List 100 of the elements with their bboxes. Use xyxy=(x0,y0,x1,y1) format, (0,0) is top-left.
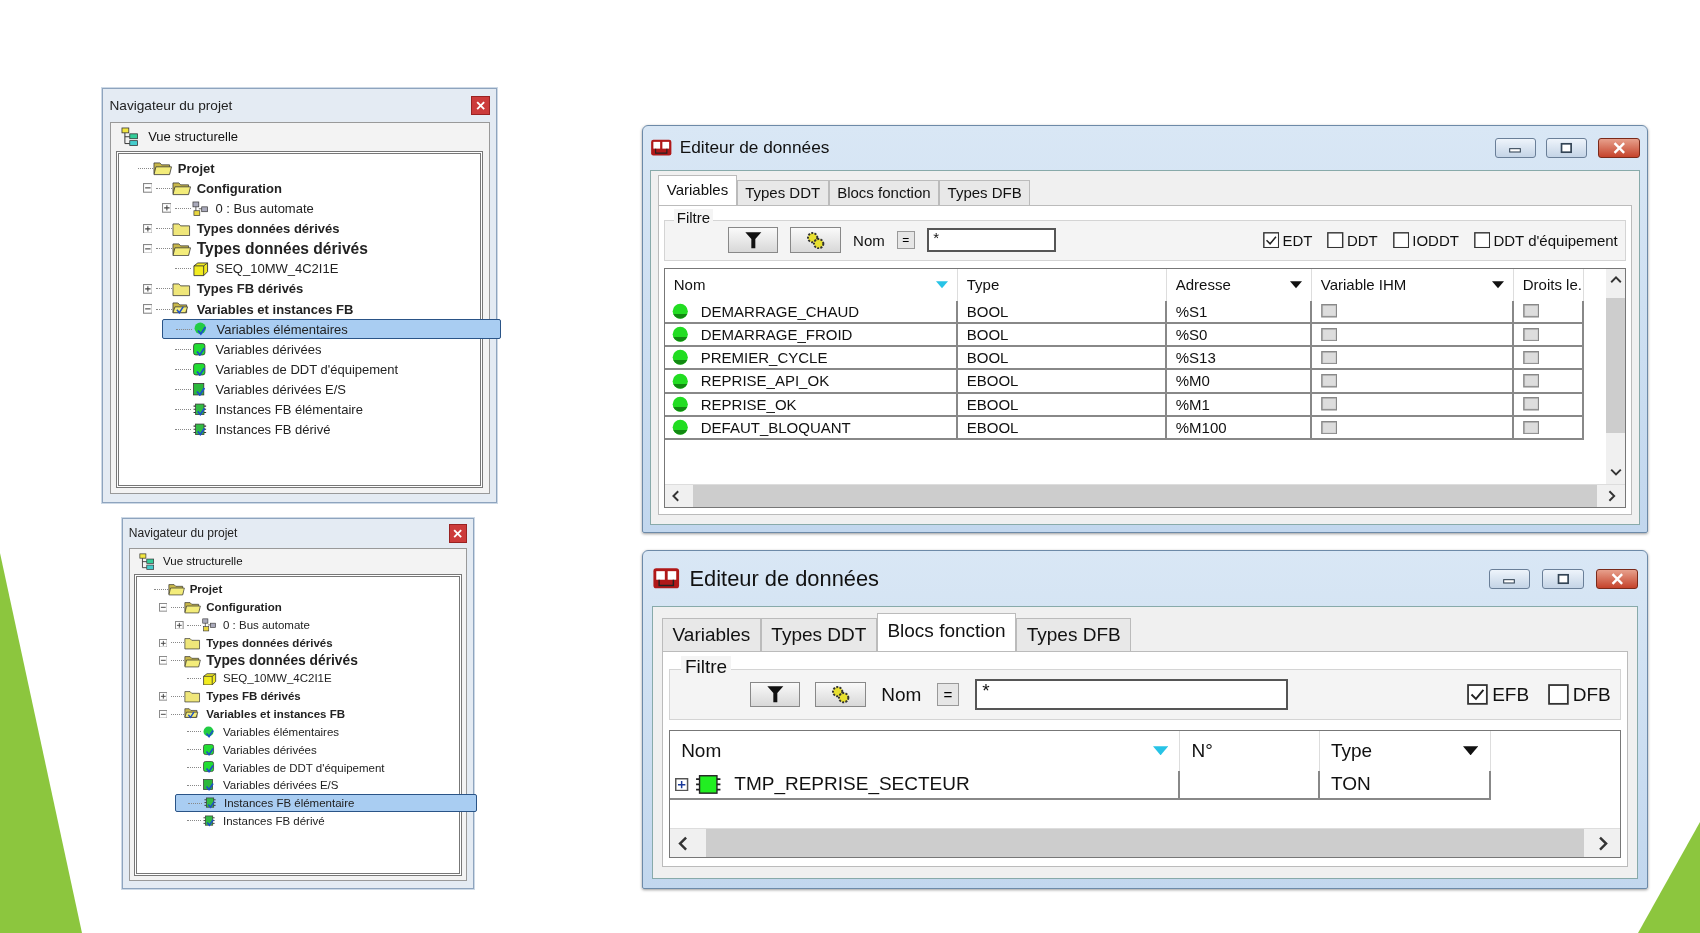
checkbox[interactable] xyxy=(1327,231,1344,249)
close-button[interactable] xyxy=(1597,137,1641,158)
tree-item[interactable]: Variables et instances FB xyxy=(142,298,481,320)
column-header[interactable]: Type xyxy=(966,276,1000,294)
close-button[interactable] xyxy=(448,524,468,543)
column-header[interactable]: Type xyxy=(1330,739,1373,762)
close-button[interactable] xyxy=(1595,568,1639,589)
settings-button[interactable] xyxy=(815,681,867,708)
maximize-button[interactable] xyxy=(1546,137,1588,158)
tree-item[interactable]: Projet xyxy=(141,580,459,599)
maximize-icon xyxy=(1559,141,1575,154)
collapse-icon[interactable] xyxy=(158,656,168,665)
tree-item[interactable]: Types FB dérivés xyxy=(158,687,459,706)
tab[interactable]: Blocs fonction xyxy=(828,179,940,205)
cell-checkbox[interactable] xyxy=(1522,397,1540,411)
cell-checkbox[interactable] xyxy=(1320,350,1338,365)
expand-icon[interactable] xyxy=(175,620,184,630)
tree-item[interactable]: Configuration xyxy=(158,598,459,617)
tree-item[interactable]: Instances FB dérivé xyxy=(175,812,459,830)
expand-icon[interactable] xyxy=(158,691,168,701)
tree-item[interactable]: SEQ_10MW_4C2I1E xyxy=(175,669,459,688)
checkbox[interactable] xyxy=(1392,231,1410,249)
cell-checkbox[interactable] xyxy=(1320,397,1338,411)
tree-item[interactable]: 0 : Bus automate xyxy=(161,198,481,219)
maximize-button[interactable] xyxy=(1542,568,1584,589)
tree-item[interactable]: Variables dérivées xyxy=(175,740,459,759)
collapse-icon[interactable] xyxy=(142,243,153,254)
tab[interactable]: Types DFB xyxy=(939,179,1031,205)
column-header[interactable]: Nom xyxy=(681,739,722,762)
expand-icon[interactable] xyxy=(142,223,153,234)
tree-item[interactable]: Instances FB élémentaire xyxy=(175,794,478,813)
tree-item[interactable]: Instances FB élémentaire xyxy=(161,399,481,420)
tab[interactable]: Variables xyxy=(658,175,737,205)
tree-item[interactable]: Configuration xyxy=(142,178,481,199)
tree-item[interactable]: Variables élémentaires xyxy=(175,723,459,741)
tree-item[interactable]: Variables élémentaires xyxy=(161,319,502,340)
checkbox[interactable] xyxy=(1262,231,1280,249)
dropdown-icon[interactable] xyxy=(1462,745,1479,756)
expand-icon[interactable] xyxy=(158,638,168,648)
settings-button[interactable] xyxy=(790,227,842,253)
tree-item[interactable]: Types données dérivés xyxy=(158,651,459,670)
view-label: Vue structurelle xyxy=(163,555,243,568)
expand-icon[interactable] xyxy=(142,284,153,294)
tab[interactable]: Types DDT xyxy=(760,618,877,651)
tab[interactable]: Variables xyxy=(662,618,761,651)
column-header[interactable]: N° xyxy=(1191,739,1213,762)
cell-checkbox[interactable] xyxy=(1522,327,1540,342)
tab[interactable]: Blocs fonction xyxy=(876,612,1017,651)
square-icon xyxy=(193,342,208,357)
checkbox[interactable] xyxy=(1467,684,1489,705)
expand-icon[interactable] xyxy=(675,777,689,791)
scroll-thumb[interactable] xyxy=(1605,297,1626,433)
cell-checkbox[interactable] xyxy=(1522,304,1540,318)
cell-checkbox[interactable] xyxy=(1522,420,1540,435)
column-header[interactable]: Nom xyxy=(673,276,706,294)
checkbox[interactable] xyxy=(1473,231,1491,249)
tree-item[interactable]: Types données dérivés xyxy=(142,218,481,239)
tree-item[interactable]: Instances FB dérivé xyxy=(161,419,481,440)
collapse-icon[interactable] xyxy=(142,183,153,194)
tree-item[interactable]: 0 : Bus automate xyxy=(175,616,459,634)
collapse-icon[interactable] xyxy=(158,709,168,719)
tab[interactable]: Types DFB xyxy=(1016,618,1132,651)
tree-item[interactable]: Variables dérivées E/S xyxy=(161,379,481,400)
minimize-button[interactable] xyxy=(1488,568,1531,589)
tree-item[interactable]: Variables dérivées xyxy=(161,339,481,360)
tree-item[interactable]: Variables de DDT d'équipement xyxy=(161,359,481,380)
tree-item[interactable]: Types données dérivés xyxy=(158,633,459,652)
collapse-icon[interactable] xyxy=(158,602,168,612)
tree-item[interactable]: Types données dérivés xyxy=(142,238,481,259)
table-cell: %S0 xyxy=(1175,325,1208,343)
operator-button[interactable]: = xyxy=(896,231,915,249)
cell-checkbox[interactable] xyxy=(1522,374,1540,388)
cell-checkbox[interactable] xyxy=(1320,327,1338,342)
cell-checkbox[interactable] xyxy=(1320,304,1338,318)
close-button[interactable] xyxy=(470,95,490,115)
operator-button[interactable]: = xyxy=(936,683,960,706)
tree-item[interactable]: Variables dérivées E/S xyxy=(175,776,459,795)
vertical-scrollbar[interactable] xyxy=(1605,269,1626,484)
column-header[interactable]: Droits le. xyxy=(1522,276,1582,294)
column-header[interactable]: Adresse xyxy=(1175,276,1231,294)
expand-icon[interactable] xyxy=(161,203,172,214)
dropdown-icon[interactable] xyxy=(1491,281,1504,289)
minimize-button[interactable] xyxy=(1494,137,1536,158)
dropdown-icon[interactable] xyxy=(1289,281,1302,289)
cell-checkbox[interactable] xyxy=(1320,420,1338,435)
tree-item[interactable]: Projet xyxy=(123,158,481,179)
name-filter-field[interactable]: * xyxy=(974,679,1288,710)
tab[interactable]: Types DDT xyxy=(736,179,829,205)
tree-item[interactable]: Variables de DDT d'équipement xyxy=(175,758,459,777)
name-filter-field[interactable]: * xyxy=(926,228,1056,252)
cell-checkbox[interactable] xyxy=(1522,350,1540,365)
cell-checkbox[interactable] xyxy=(1320,374,1338,388)
column-header[interactable]: Variable IHM xyxy=(1320,276,1407,294)
filter-button[interactable] xyxy=(749,681,801,708)
tree-item[interactable]: SEQ_10MW_4C2I1E xyxy=(161,258,481,279)
collapse-icon[interactable] xyxy=(142,304,153,314)
checkbox[interactable] xyxy=(1548,684,1569,705)
tree-item[interactable]: Variables et instances FB xyxy=(158,705,459,723)
filter-button[interactable] xyxy=(727,227,779,253)
tree-item[interactable]: Types FB dérivés xyxy=(142,278,481,299)
